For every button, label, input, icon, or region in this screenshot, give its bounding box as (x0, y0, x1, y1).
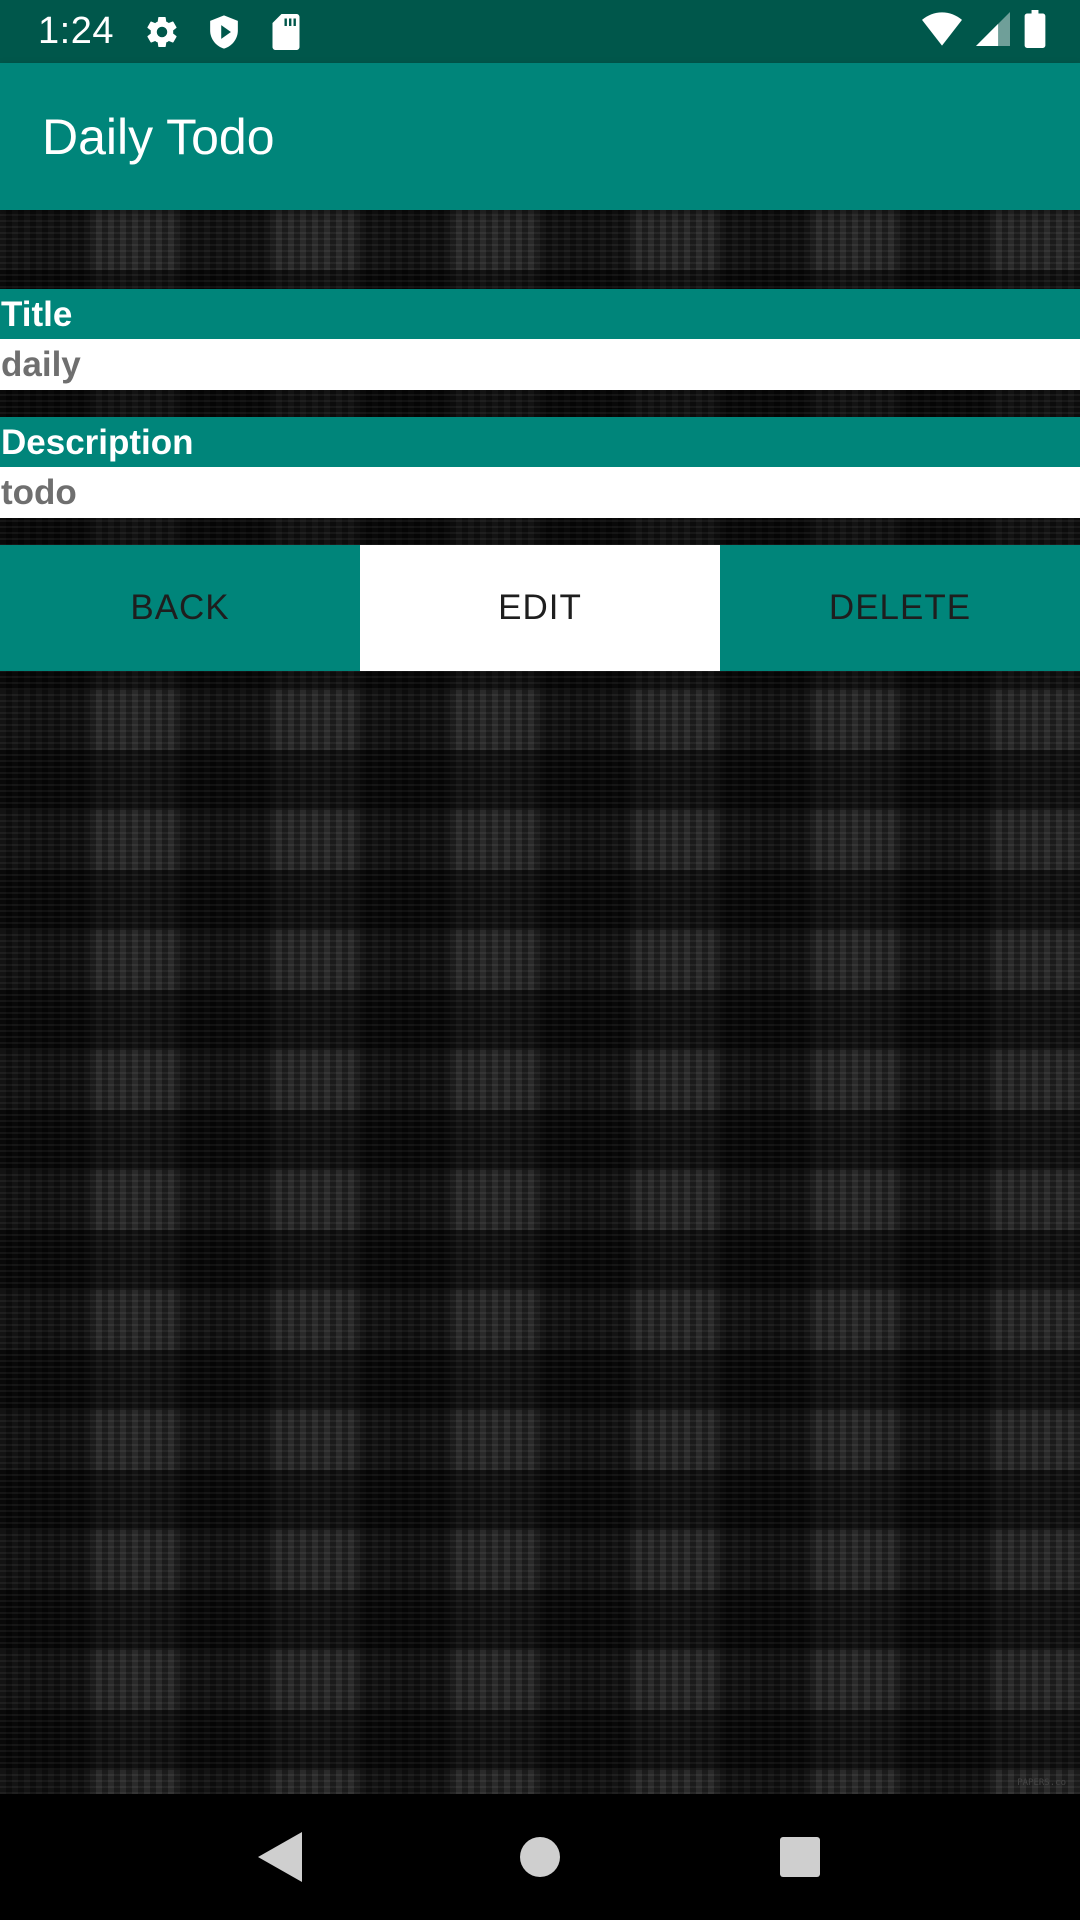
app-title: Daily Todo (42, 108, 275, 165)
gear-icon (140, 10, 184, 54)
cellular-signal-icon (976, 12, 1010, 51)
recents-square-icon[interactable] (760, 1817, 840, 1897)
title-value[interactable]: daily (0, 339, 1080, 390)
shield-icon (202, 10, 246, 54)
edit-button[interactable]: EDIT (360, 545, 720, 671)
back-triangle-icon[interactable] (240, 1817, 320, 1897)
navigation-bar (0, 1794, 1080, 1920)
title-label: Title (0, 289, 1080, 339)
back-button[interactable]: BACK (0, 545, 360, 671)
action-buttons: BACK EDIT DELETE (0, 545, 1080, 671)
background-watermark: PAPERS.co (1017, 1778, 1066, 1788)
description-label: Description (0, 417, 1080, 467)
home-circle-icon[interactable] (500, 1817, 580, 1897)
description-value[interactable]: todo (0, 467, 1080, 518)
wifi-icon (922, 12, 962, 51)
sd-card-icon (264, 10, 308, 54)
app-bar: Daily Todo (0, 63, 1080, 210)
delete-button[interactable]: DELETE (720, 545, 1080, 671)
status-bar: 1:24 (0, 0, 1080, 63)
content-area: Title daily Description todo BACK EDIT D… (0, 210, 1080, 1794)
battery-icon (1024, 10, 1046, 53)
status-time: 1:24 (38, 10, 114, 52)
